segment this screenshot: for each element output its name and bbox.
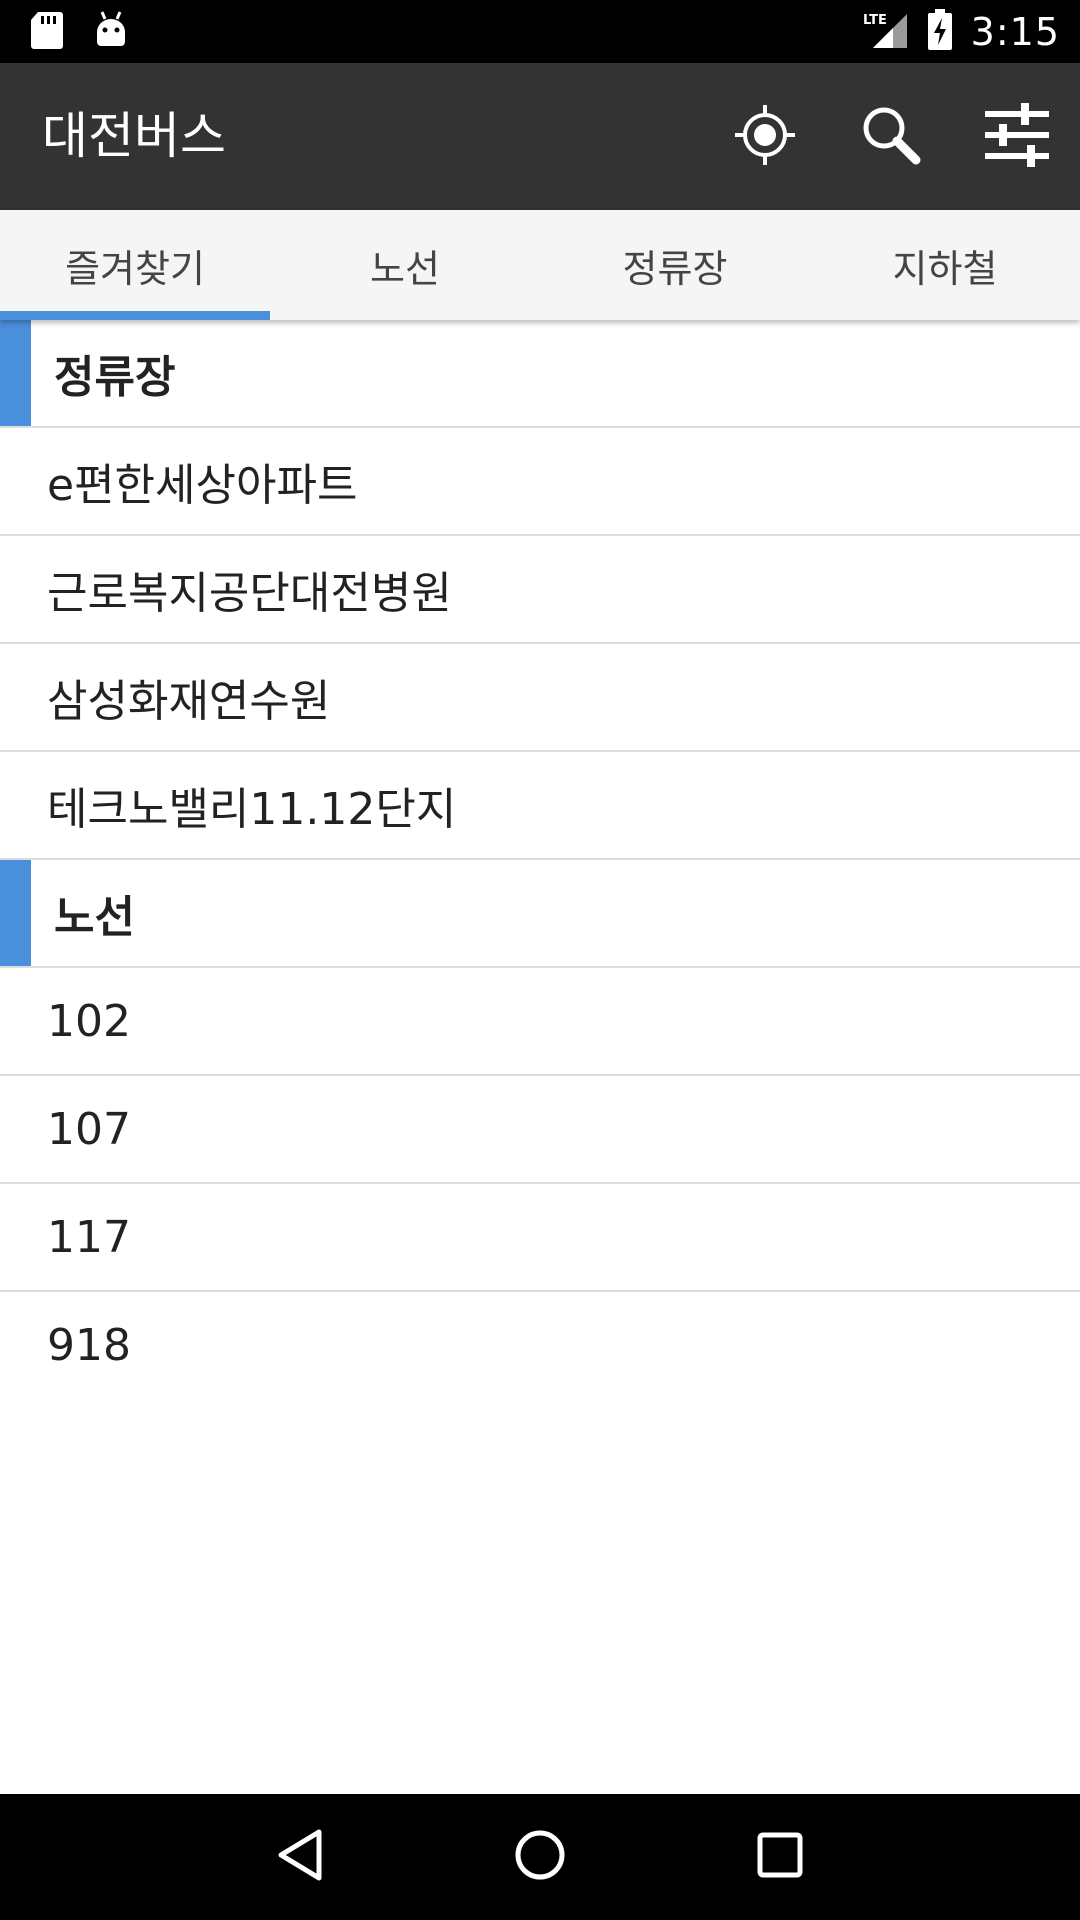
app-actions [702,63,1080,210]
settings-button[interactable] [954,63,1080,210]
route-list-item[interactable]: 107 [0,1076,1080,1184]
battery-charging-icon [927,8,953,55]
section-header-stops: 정류장 [0,320,1080,428]
tab-subway[interactable]: 지하철 [810,210,1080,320]
my-location-icon [733,103,797,171]
sd-card-icon [30,10,64,54]
home-icon [513,1828,567,1886]
tab-routes[interactable]: 노선 [270,210,540,320]
lte-signal-icon: LTE [863,10,909,54]
status-time: 3:15 [970,9,1060,54]
section-header-routes: 노선 [0,860,1080,968]
stop-name: 근로복지공단대전병원 [47,568,452,619]
home-button[interactable] [490,1807,590,1907]
status-right-icons: LTE 3:15 [863,0,1060,63]
search-button[interactable] [828,63,954,210]
route-list-item[interactable]: 117 [0,1184,1080,1292]
status-left-icons [30,10,128,54]
stop-list-item[interactable]: 테크노밸리11.12단지 [0,752,1080,860]
stop-name: e편한세상아파트 [47,460,358,511]
app-bar: 대전버스 [0,63,1080,210]
recents-icon [756,1831,804,1883]
status-bar: LTE 3:15 [0,0,1080,63]
section-title: 노선 [54,892,135,943]
app-title: 대전버스 [42,107,226,165]
back-icon [275,1828,325,1886]
tab-favorites[interactable]: 즐겨찾기 [0,210,270,320]
screen: LTE 3:15 대전버스 즐겨찾기 노선 정류장 지하철 정류장 e편한세상아… [0,0,1080,1920]
stop-list-item[interactable]: 근로복지공단대전병원 [0,536,1080,644]
back-button[interactable] [250,1807,350,1907]
route-number: 102 [47,995,131,1047]
section-title: 정류장 [54,352,176,403]
route-list-item[interactable]: 918 [0,1292,1080,1398]
route-number: 107 [47,1103,131,1155]
stop-list-item[interactable]: 삼성화재연수원 [0,644,1080,752]
route-number: 918 [47,1319,131,1371]
my-location-button[interactable] [702,63,828,210]
tab-bar: 즐겨찾기 노선 정류장 지하철 [0,210,1080,320]
route-list-item[interactable]: 102 [0,968,1080,1076]
section-marker [0,320,31,426]
svg-text:LTE: LTE [863,13,887,28]
settings-sliders-icon [983,101,1051,173]
route-number: 117 [47,1211,131,1263]
stop-list-item[interactable]: e편한세상아파트 [0,428,1080,536]
stop-name: 삼성화재연수원 [47,676,331,727]
android-icon [94,10,128,54]
stop-name: 테크노밸리11.12단지 [47,784,457,835]
navigation-bar [0,1794,1080,1920]
tab-stops[interactable]: 정류장 [540,210,810,320]
favorites-list: 정류장 e편한세상아파트 근로복지공단대전병원 삼성화재연수원 테크노밸리11.… [0,320,1080,1794]
recents-button[interactable] [730,1807,830,1907]
search-icon [860,104,922,170]
section-marker [0,860,31,966]
